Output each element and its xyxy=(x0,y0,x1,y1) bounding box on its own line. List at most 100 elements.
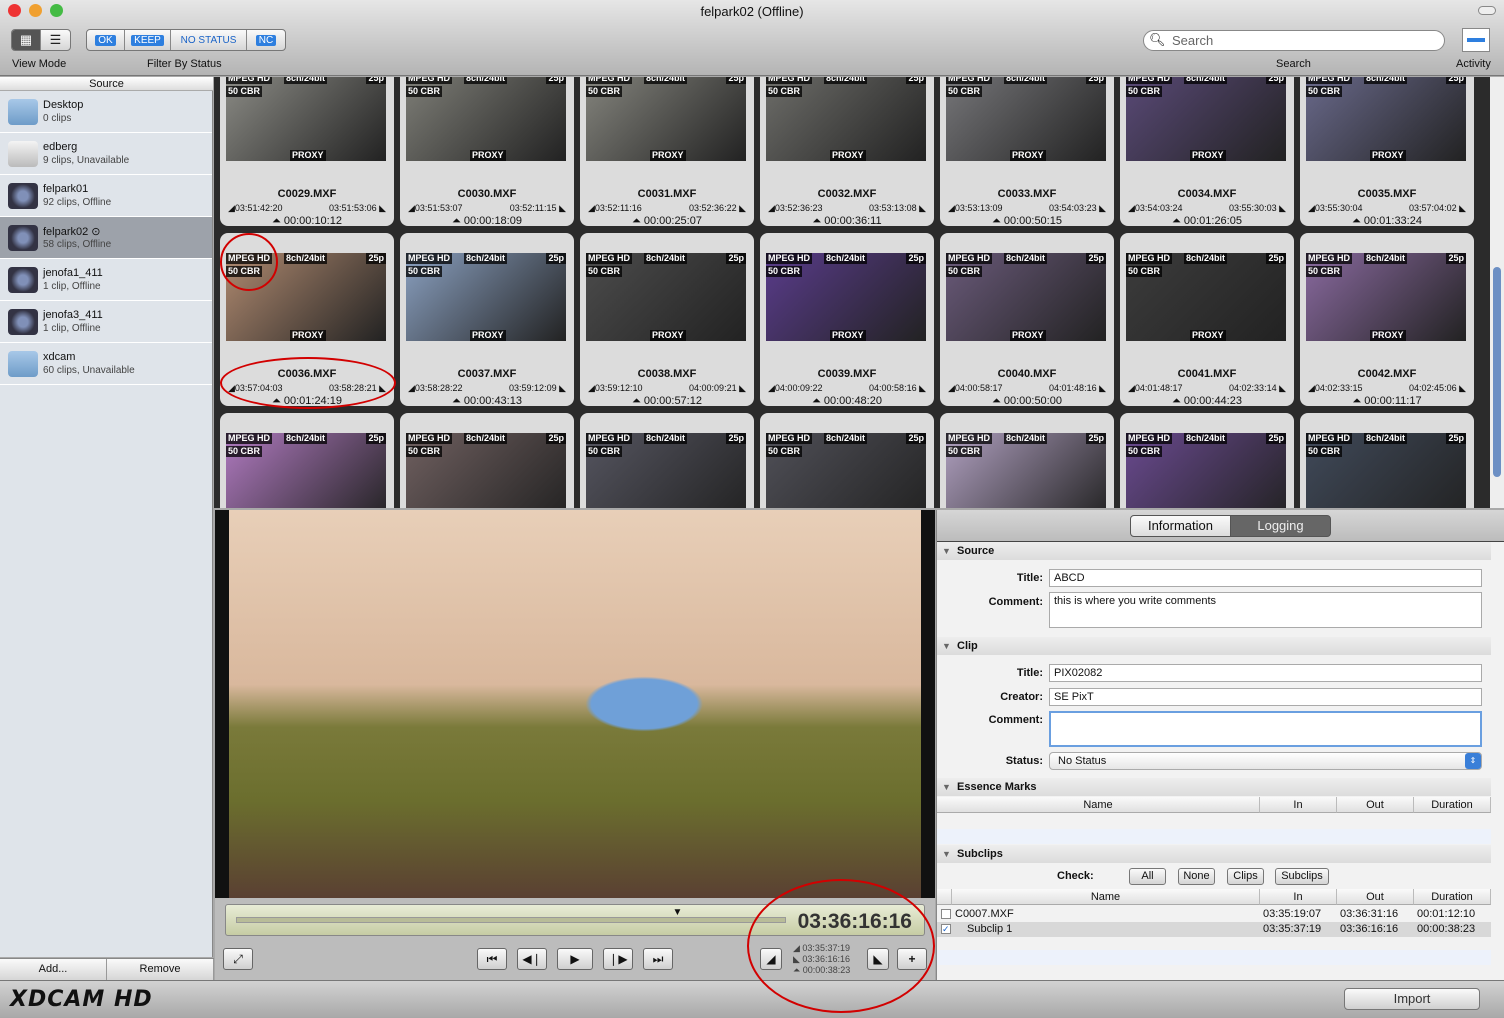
clip-tile[interactable]: MPEG HD 8ch/24bit 25p 50 CBR PROXY C0035.M… xyxy=(1300,77,1474,227)
add-source-button[interactable]: Add... xyxy=(0,959,107,980)
source-section-header[interactable]: Source xyxy=(937,542,1491,560)
source-status: 9 clips, Unavailable xyxy=(43,155,130,166)
clip-tile[interactable]: MPEG HD 8ch/24bit 25p 50 CBR PROXY C0034.M… xyxy=(1120,77,1294,227)
go-to-start-button[interactable]: ⏮ xyxy=(477,948,507,970)
source-item[interactable]: jenofa1_411 1 clip, Offline xyxy=(0,259,212,301)
clip-duration: ⏶ 00:01:33:24 xyxy=(1352,215,1422,227)
list-view-icon[interactable]: ☰ xyxy=(41,30,70,50)
clip-tile[interactable]: MPEG HD 8ch/24bit 25p 50 CBR xyxy=(1300,413,1474,508)
clip-tile[interactable]: MPEG HD 8ch/24bit 25p 50 CBR PROXY C0032.M… xyxy=(760,77,934,227)
bitrate-badge: 50 CBR xyxy=(1126,446,1163,457)
clip-title-field[interactable]: PIX02082 xyxy=(1049,664,1482,682)
subclip-col-duration[interactable]: Duration xyxy=(1414,889,1491,905)
clip-tile[interactable]: MPEG HD 8ch/24bit 25p 50 CBR PROXY C0037.M… xyxy=(400,233,574,407)
source-item[interactable]: felpark01 92 clips, Offline xyxy=(0,175,212,217)
audio-badge: 8ch/24bit xyxy=(1004,433,1048,444)
activity-button[interactable] xyxy=(1462,28,1490,52)
clip-duration: ⏶ 00:00:44:23 xyxy=(1172,395,1242,407)
clip-out-time: 03:57:04:02 ◣ xyxy=(1409,203,1466,213)
audio-badge: 8ch/24bit xyxy=(284,433,328,444)
clip-comment-field[interactable] xyxy=(1049,711,1482,747)
toolbar-toggle-button[interactable] xyxy=(1478,6,1496,15)
check-none-button[interactable]: None xyxy=(1178,868,1215,885)
scrollbar-thumb[interactable] xyxy=(1493,267,1501,477)
subclip-row[interactable]: ✓ Subclip 1 03:35:37:19 03:36:16:16 00:0… xyxy=(937,922,1491,937)
clip-tile[interactable]: MPEG HD 8ch/24bit 25p 50 CBR PROXY C0039.M… xyxy=(760,233,934,407)
clip-out-time: 03:53:13:08 ◣ xyxy=(869,203,926,213)
clip-filename: C0042.MXF xyxy=(1357,368,1417,380)
clip-tile[interactable]: MPEG HD 8ch/24bit 25p 50 CBR PROXY C0029.M… xyxy=(220,77,394,227)
clip-tile[interactable]: MPEG HD 8ch/24bit 25p 50 CBR xyxy=(400,413,574,508)
check-all-button[interactable]: All xyxy=(1129,868,1166,885)
essence-marks-section-header[interactable]: Essence Marks xyxy=(937,778,1491,796)
clip-tile[interactable]: MPEG HD 8ch/24bit 25p 50 CBR PROXY C0030.M… xyxy=(400,77,574,227)
timeline-track[interactable] xyxy=(236,917,786,923)
clip-tile[interactable]: MPEG HD 8ch/24bit 25p 50 CBR xyxy=(1120,413,1294,508)
clip-duration: ⏶ 00:00:57:12 xyxy=(632,395,702,407)
clip-tile[interactable]: MPEG HD 8ch/24bit 25p 50 CBR xyxy=(760,413,934,508)
source-item[interactable]: xdcam 60 clips, Unavailable xyxy=(0,343,212,385)
bitrate-badge: 50 CBR xyxy=(406,266,443,277)
essence-col-out[interactable]: Out xyxy=(1337,797,1414,813)
clip-filename: C0041.MXF xyxy=(1177,368,1237,380)
search-input[interactable]: Search xyxy=(1143,30,1445,51)
essence-col-in[interactable]: In xyxy=(1260,797,1337,813)
step-back-button[interactable]: ◀❘ xyxy=(517,948,547,970)
search-icon: 🔍︎ xyxy=(1149,32,1166,47)
tab-logging[interactable]: Logging xyxy=(1230,515,1331,537)
source-comment-label: Comment: xyxy=(988,596,1043,608)
bitrate-badge: 50 CBR xyxy=(586,266,623,277)
filter-ok[interactable]: OK xyxy=(87,30,125,50)
clip-duration: ⏶ 00:00:36:11 xyxy=(812,215,882,227)
step-forward-button[interactable]: ❘▶ xyxy=(603,948,633,970)
subclips-section-header[interactable]: Subclips xyxy=(937,845,1491,863)
check-subclips-button[interactable]: Subclips xyxy=(1275,868,1329,885)
subclip-checkbox[interactable]: ✓ xyxy=(941,924,951,934)
subclip-checkbox[interactable] xyxy=(941,909,951,919)
codec-badge: MPEG HD xyxy=(946,253,993,264)
clip-tile[interactable]: MPEG HD 8ch/24bit 25p 50 CBR PROXY C0038.M… xyxy=(580,233,754,407)
source-item[interactable]: edberg 9 clips, Unavailable xyxy=(0,133,212,175)
subclip-row[interactable]: C0007.MXF 03:35:19:07 03:36:31:16 00:01:… xyxy=(937,907,1491,922)
essence-col-name[interactable]: Name xyxy=(937,797,1260,813)
clip-out-time: 04:02:33:14 ◣ xyxy=(1229,383,1286,393)
clip-tile[interactable]: MPEG HD 8ch/24bit 25p 50 CBR PROXY C0042.M… xyxy=(1300,233,1474,407)
proxy-badge: PROXY xyxy=(830,330,866,341)
subclip-col-in[interactable]: In xyxy=(1260,889,1337,905)
clip-creator-field[interactable]: SE PixT xyxy=(1049,688,1482,706)
source-title-field[interactable]: ABCD xyxy=(1049,569,1482,587)
tab-information[interactable]: Information xyxy=(1130,515,1231,537)
subclip-col-out[interactable]: Out xyxy=(1337,889,1414,905)
play-button[interactable]: ▶ xyxy=(557,948,593,970)
grid-view-icon[interactable]: ▦ xyxy=(12,30,42,50)
clip-section-header[interactable]: Clip xyxy=(937,637,1491,655)
essence-col-duration[interactable]: Duration xyxy=(1414,797,1491,813)
clip-tile[interactable]: MPEG HD 8ch/24bit 25p 50 CBR PROXY C0031.M… xyxy=(580,77,754,227)
grid-scrollbar[interactable] xyxy=(1490,77,1504,508)
fullscreen-button[interactable]: ⤢ xyxy=(223,948,253,970)
filter-nc[interactable]: NC xyxy=(247,30,285,50)
clip-filename: C0034.MXF xyxy=(1177,188,1237,200)
clip-tile[interactable]: MPEG HD 8ch/24bit 25p 50 CBR PROXY C0041.M… xyxy=(1120,233,1294,407)
clip-tile[interactable]: MPEG HD 8ch/24bit 25p 50 CBR PROXY C0033.M… xyxy=(940,77,1114,227)
clip-tile[interactable]: MPEG HD 8ch/24bit 25p 50 CBR xyxy=(220,413,394,508)
remove-source-button[interactable]: Remove xyxy=(107,959,214,980)
status-select[interactable]: No Status xyxy=(1049,752,1482,770)
clip-tile[interactable]: MPEG HD 8ch/24bit 25p 50 CBR PROXY C0040.M… xyxy=(940,233,1114,407)
bitrate-badge: 50 CBR xyxy=(766,266,803,277)
source-item[interactable]: Desktop 0 clips xyxy=(0,91,212,133)
source-item[interactable]: jenofa3_411 1 clip, Offline xyxy=(0,301,212,343)
import-button[interactable]: Import xyxy=(1344,988,1480,1010)
clip-tile[interactable]: MPEG HD 8ch/24bit 25p 50 CBR xyxy=(580,413,754,508)
source-comment-field[interactable]: this is where you write comments xyxy=(1049,592,1482,628)
view-mode-label: View Mode xyxy=(12,58,67,70)
filter-keep[interactable]: KEEP xyxy=(125,30,171,50)
check-clips-button[interactable]: Clips xyxy=(1227,868,1264,885)
filter-no-status[interactable]: NO STATUS xyxy=(171,30,247,50)
source-item[interactable]: felpark02 ⊙ 58 clips, Offline xyxy=(0,217,212,259)
go-to-end-button[interactable]: ⏭ xyxy=(643,948,673,970)
playhead-icon[interactable]: ▼ xyxy=(672,907,682,918)
subclip-col-name[interactable]: Name xyxy=(952,889,1260,905)
clip-tile[interactable]: MPEG HD 8ch/24bit 25p 50 CBR xyxy=(940,413,1114,508)
source-name: felpark01 xyxy=(43,183,89,195)
